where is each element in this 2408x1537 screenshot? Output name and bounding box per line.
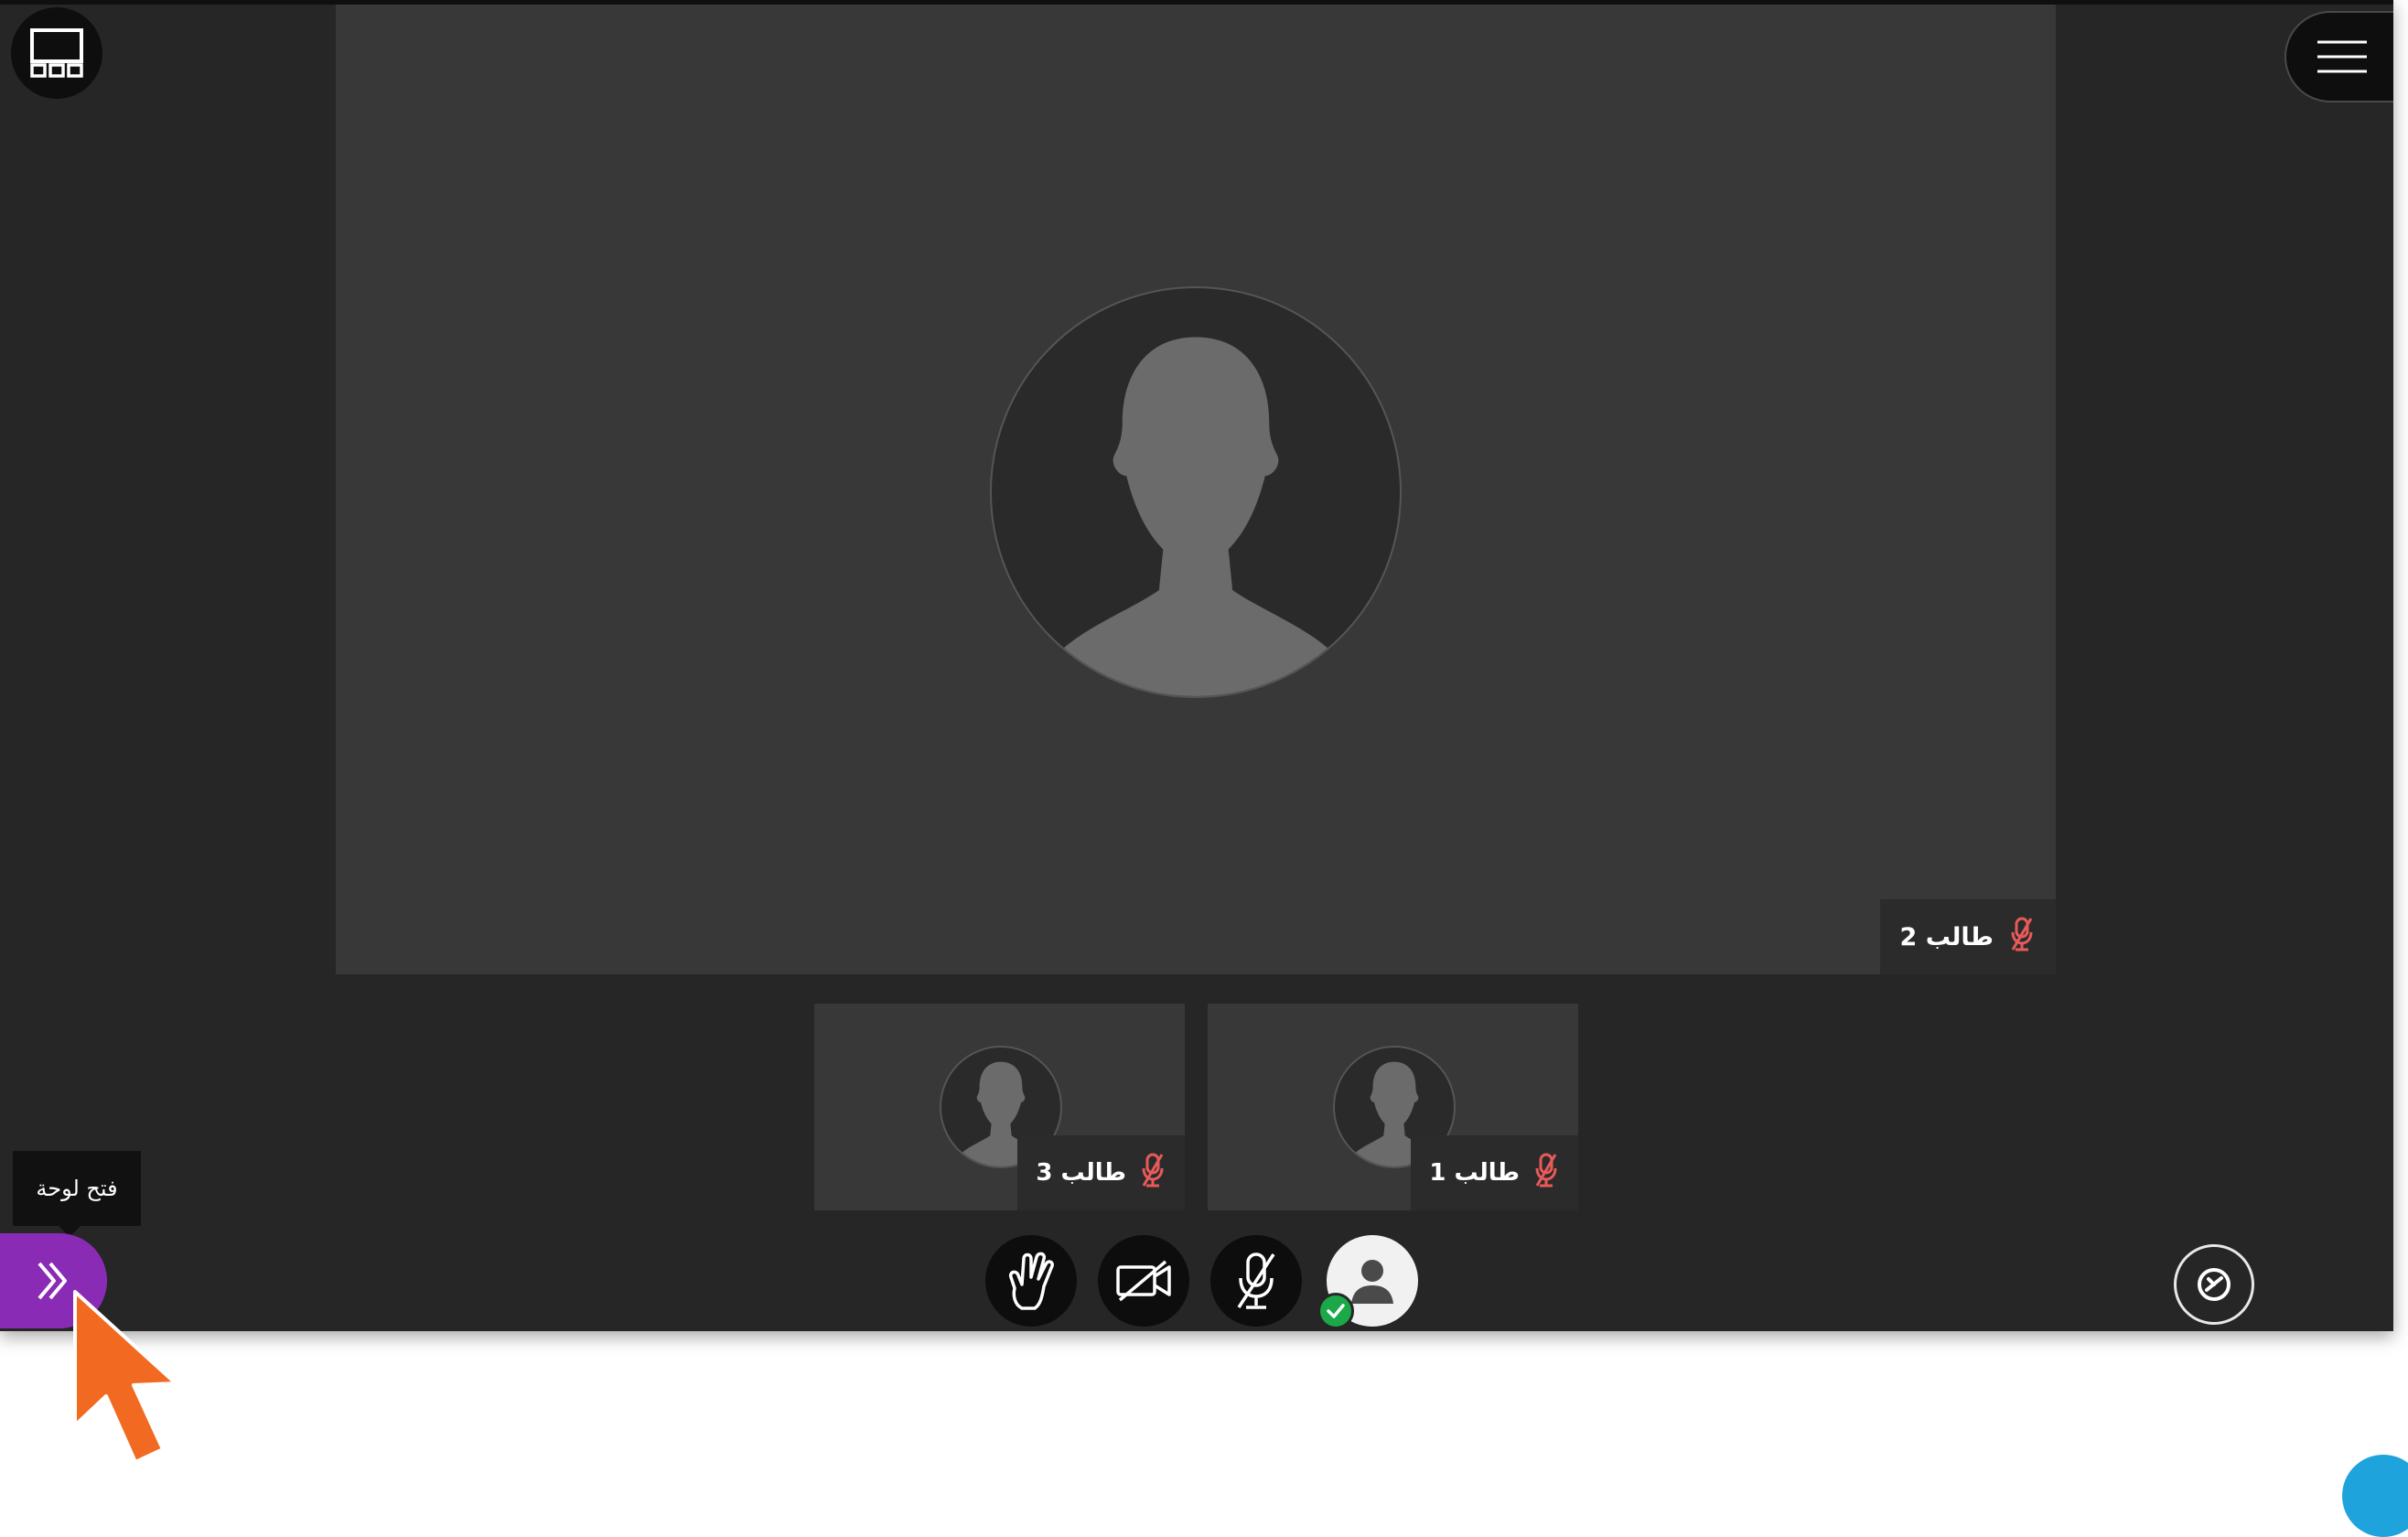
microphone-toggle-button[interactable] — [1210, 1235, 1302, 1327]
main-video-stage: طالب 2 — [336, 5, 2056, 974]
mic-muted-icon — [1139, 1152, 1166, 1195]
pointer-cursor-icon — [73, 1290, 177, 1464]
corner-decoration — [2342, 1455, 2408, 1537]
layout-toggle-button[interactable] — [11, 7, 102, 99]
participant-label: طالب 3 — [1017, 1135, 1185, 1210]
double-chevron-right-icon — [37, 1262, 67, 1300]
leave-session-icon — [2198, 1268, 2231, 1301]
leave-session-button[interactable] — [2174, 1244, 2254, 1325]
participant-thumbnail[interactable]: طالب 1 — [1208, 1004, 1578, 1210]
participant-name: طالب 2 — [1899, 922, 1994, 951]
camera-toggle-button[interactable] — [1098, 1235, 1189, 1327]
status-available-badge — [1317, 1293, 1354, 1329]
layout-icon — [30, 28, 83, 78]
checkmark-icon — [1327, 1304, 1345, 1318]
participant-label: طالب 1 — [1411, 1135, 1578, 1210]
mic-muted-icon — [1532, 1152, 1560, 1195]
mic-off-icon — [1237, 1252, 1275, 1309]
open-panel-tooltip: فتح لوحة — [13, 1151, 141, 1237]
hamburger-menu-icon — [2317, 40, 2367, 73]
collaborate-room: طالب 2 طالب 3 طالب 1 فتح لوحة — [0, 0, 2393, 1331]
person-silhouette-icon — [1048, 337, 1343, 696]
raise-hand-button[interactable] — [985, 1235, 1077, 1327]
participant-name: طالب 3 — [1036, 1159, 1126, 1187]
participant-thumbnail[interactable]: طالب 3 — [814, 1004, 1185, 1210]
raise-hand-icon — [1008, 1252, 1054, 1310]
main-participant-label: طالب 2 — [1879, 899, 2056, 974]
session-menu-button[interactable] — [2284, 11, 2393, 102]
participant-name: طالب 1 — [1429, 1159, 1520, 1187]
mic-muted-icon — [2008, 916, 2036, 959]
main-participant-avatar — [990, 286, 1402, 698]
camera-off-icon — [1116, 1260, 1171, 1302]
